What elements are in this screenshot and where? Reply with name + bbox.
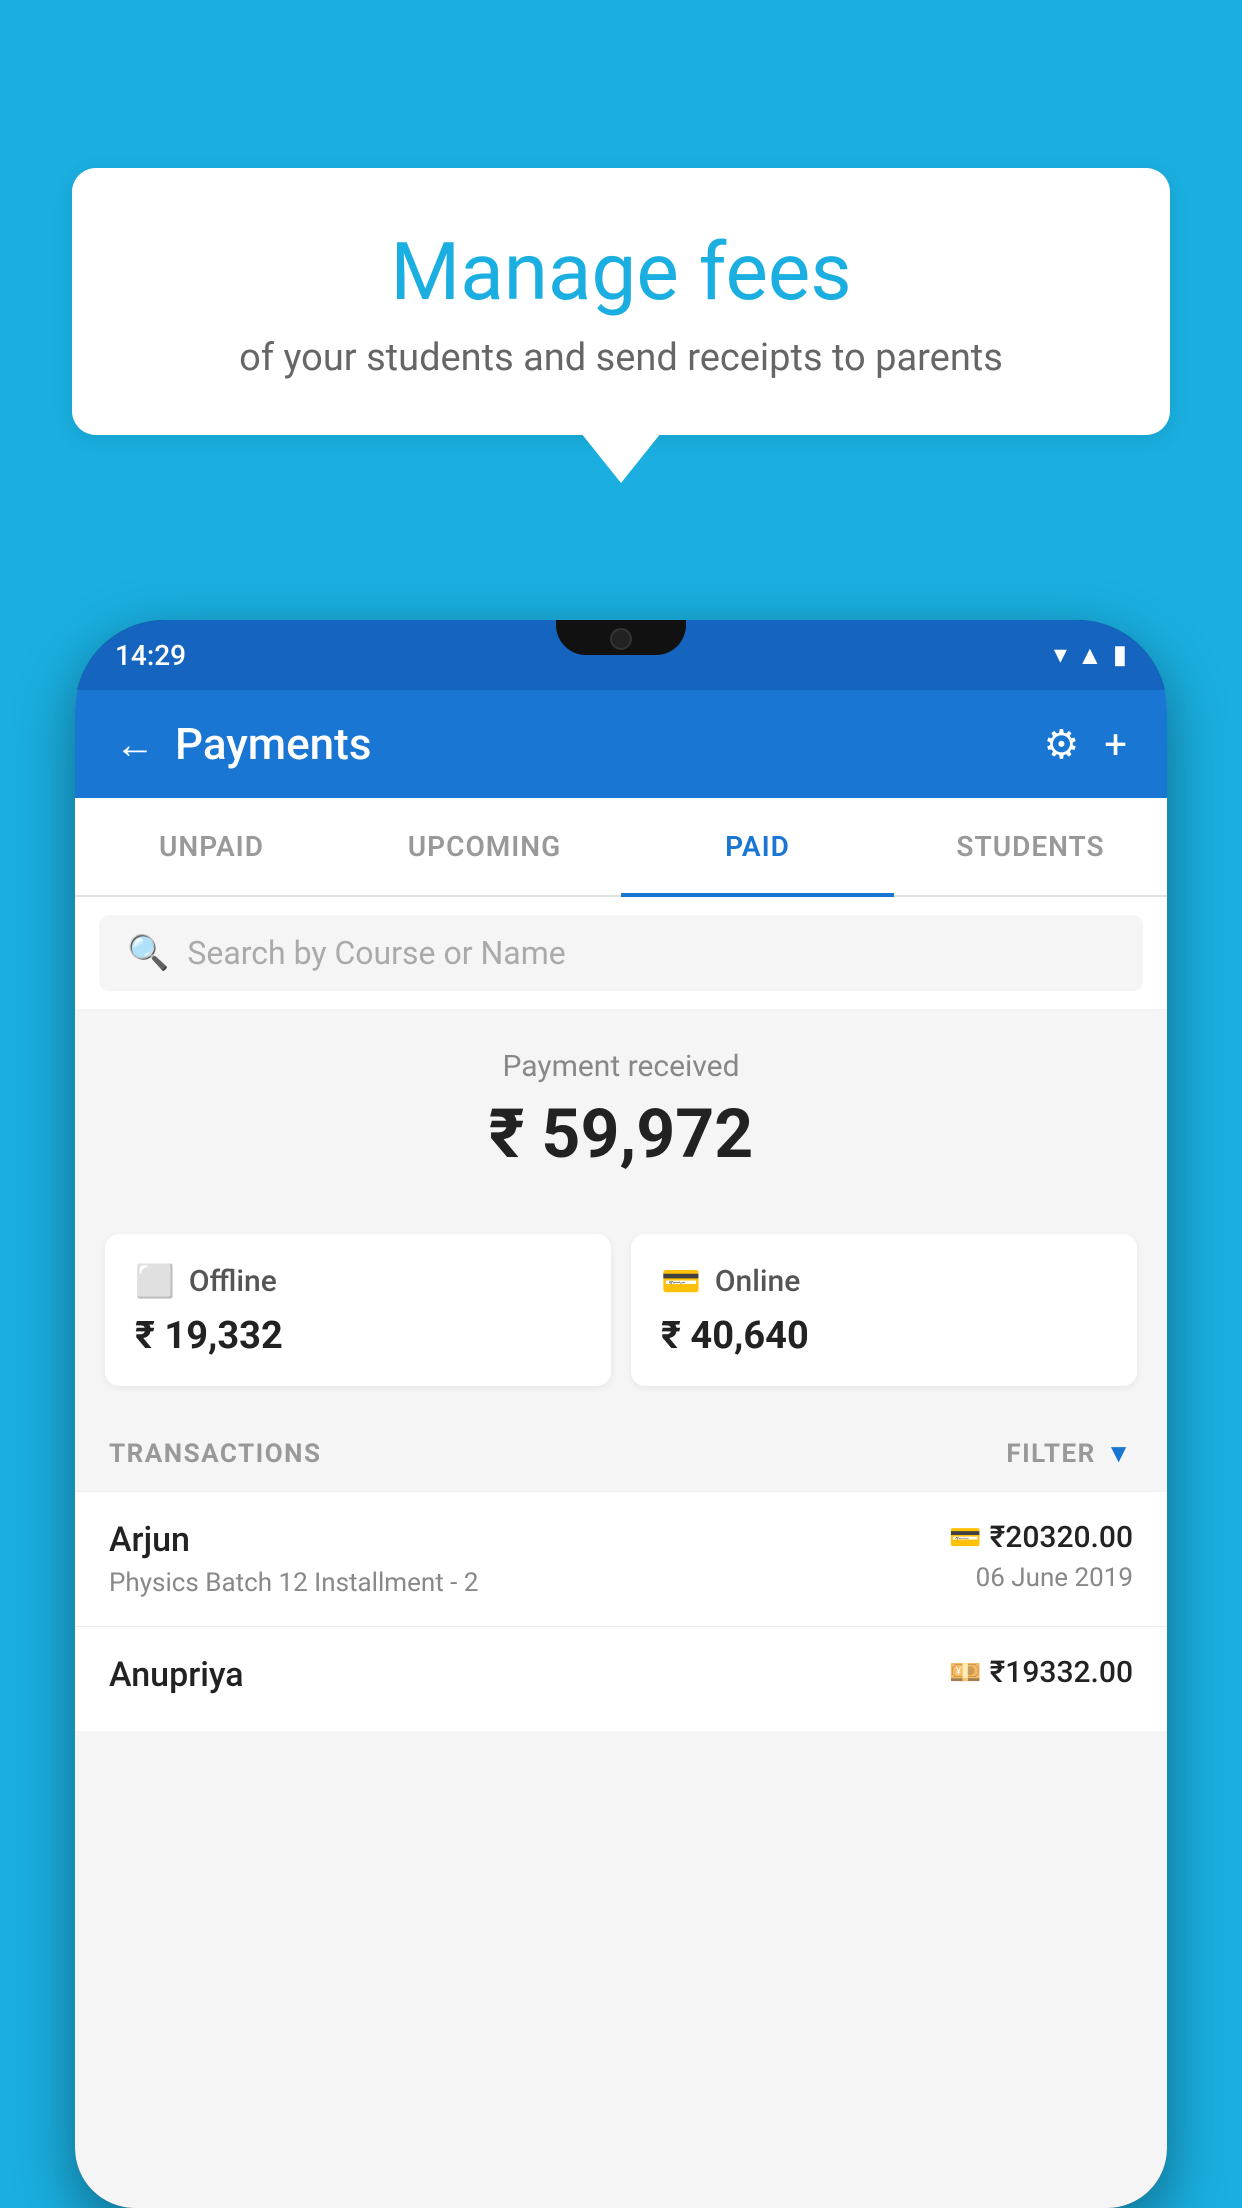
transaction-date: 06 June 2019	[949, 1563, 1133, 1593]
filter-icon: ▼	[1106, 1438, 1133, 1469]
transactions-header: TRANSACTIONS FILTER ▼	[75, 1416, 1167, 1491]
transaction-left: Anupriya	[109, 1655, 244, 1703]
tab-paid[interactable]: PAID	[621, 798, 894, 895]
transaction-right: 💳 ₹20320.00 06 June 2019	[949, 1520, 1133, 1593]
transactions-label: TRANSACTIONS	[109, 1439, 321, 1469]
search-placeholder: Search by Course or Name	[187, 934, 565, 972]
table-row[interactable]: Anupriya 💴 ₹19332.00	[75, 1626, 1167, 1731]
wifi-icon: ▾	[1054, 640, 1067, 670]
search-box[interactable]: 🔍 Search by Course or Name	[99, 915, 1143, 991]
tab-students[interactable]: STUDENTS	[894, 798, 1167, 895]
filter-label: FILTER	[1006, 1439, 1095, 1469]
student-name: Arjun	[109, 1520, 478, 1560]
payment-amount: ₹ 59,972	[105, 1094, 1137, 1174]
status-icons: ▾ ▲ ▮	[1054, 640, 1127, 671]
battery-icon: ▮	[1113, 640, 1127, 670]
search-container: 🔍 Search by Course or Name	[75, 897, 1167, 1009]
student-name: Anupriya	[109, 1655, 244, 1695]
online-icon: 💳	[661, 1262, 701, 1300]
add-icon[interactable]: +	[1104, 721, 1127, 768]
manage-fees-subtitle: of your students and send receipts to pa…	[122, 336, 1120, 380]
payment-summary: Payment received ₹ 59,972	[75, 1009, 1167, 1234]
header-actions: ⚙ +	[1043, 721, 1127, 768]
online-card-header: 💳 Online	[661, 1262, 1107, 1300]
status-bar: 14:29 ▾ ▲ ▮	[75, 620, 1167, 690]
payment-type-icon: 💳	[949, 1523, 981, 1553]
offline-card: ⬜ Offline ₹ 19,332	[105, 1234, 611, 1386]
transaction-amount: 💳 ₹20320.00	[949, 1520, 1133, 1555]
transaction-right: 💴 ₹19332.00	[949, 1655, 1133, 1698]
payment-type-icon: 💴	[949, 1658, 981, 1688]
table-row[interactable]: Arjun Physics Batch 12 Installment - 2 💳…	[75, 1491, 1167, 1626]
app-header: ← Payments ⚙ +	[75, 690, 1167, 798]
notch-camera	[610, 628, 632, 650]
search-icon: 🔍	[127, 933, 169, 973]
payment-cards: ⬜ Offline ₹ 19,332 💳 Online ₹ 40,640	[105, 1234, 1137, 1386]
filter-button[interactable]: FILTER ▼	[1006, 1438, 1133, 1469]
phone-frame: 14:29 ▾ ▲ ▮ ← Payments ⚙ + UNPAID UPCOMI…	[75, 620, 1167, 2208]
online-label: Online	[715, 1264, 800, 1299]
tab-unpaid[interactable]: UNPAID	[75, 798, 348, 895]
offline-label: Offline	[189, 1264, 277, 1299]
offline-card-header: ⬜ Offline	[135, 1262, 581, 1300]
back-button[interactable]: ←	[115, 721, 155, 768]
header-left: ← Payments	[115, 718, 371, 770]
transaction-left: Arjun Physics Batch 12 Installment - 2	[109, 1520, 478, 1598]
app-content: ← Payments ⚙ + UNPAID UPCOMING PAID STUD…	[75, 690, 1167, 2208]
payment-received-label: Payment received	[105, 1049, 1137, 1084]
page-title: Payments	[175, 718, 371, 770]
online-card: 💳 Online ₹ 40,640	[631, 1234, 1137, 1386]
online-amount: ₹ 40,640	[661, 1314, 1107, 1358]
transaction-amount: 💴 ₹19332.00	[949, 1655, 1133, 1690]
speech-bubble: Manage fees of your students and send re…	[72, 168, 1170, 435]
offline-amount: ₹ 19,332	[135, 1314, 581, 1358]
status-time: 14:29	[115, 639, 186, 672]
transaction-detail: Physics Batch 12 Installment - 2	[109, 1568, 478, 1598]
signal-icon: ▲	[1077, 640, 1103, 671]
tabs-bar: UNPAID UPCOMING PAID STUDENTS	[75, 798, 1167, 897]
settings-icon[interactable]: ⚙	[1043, 721, 1079, 768]
phone-notch	[556, 620, 686, 655]
manage-fees-title: Manage fees	[122, 228, 1120, 316]
offline-icon: ⬜	[135, 1262, 175, 1300]
tab-upcoming[interactable]: UPCOMING	[348, 798, 621, 895]
